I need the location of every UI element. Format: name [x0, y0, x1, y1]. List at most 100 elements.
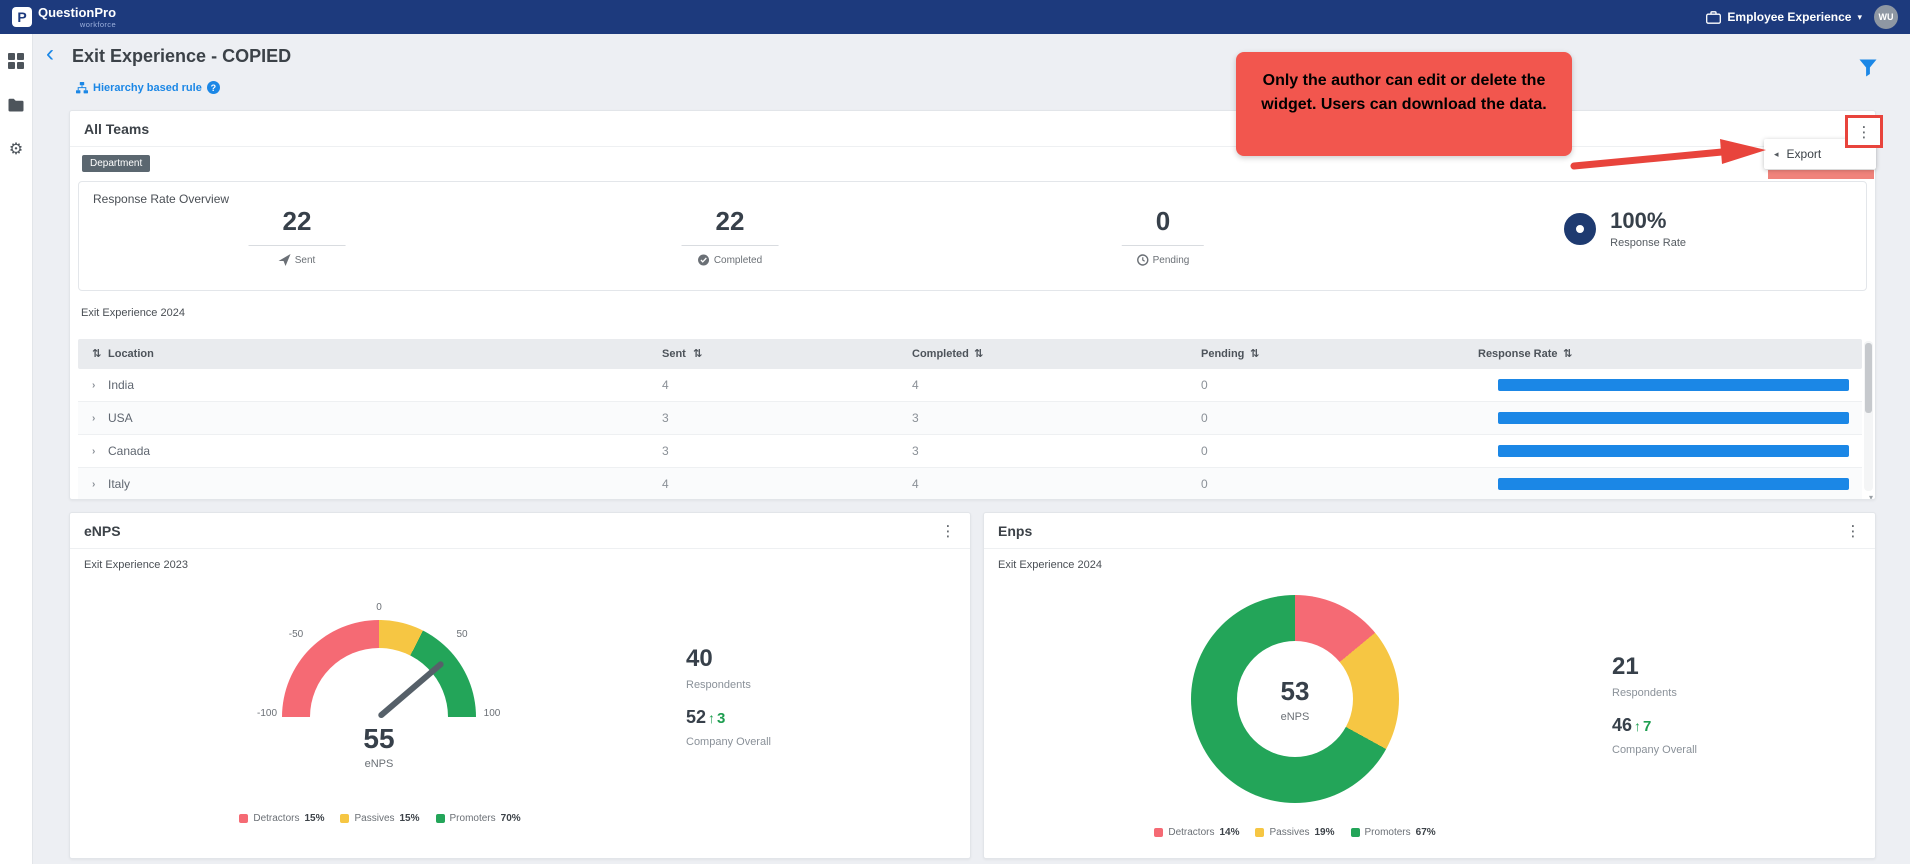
legend-item-detractors: Detractors 14%	[1154, 827, 1239, 838]
respondents-label: Respondents	[686, 679, 771, 691]
expand-chevron-icon[interactable]: ›	[92, 468, 95, 500]
donut-side-stats: 21 Respondents 46 ↑ 7 Company Overall	[1612, 653, 1697, 756]
page-title: Exit Experience - COPIED	[72, 46, 291, 67]
table-caption: Exit Experience 2024	[81, 307, 185, 319]
scroll-down-icon[interactable]: ▾	[1869, 493, 1873, 500]
response-rate-bar	[1498, 379, 1849, 391]
gauge-side-stats: 40 Respondents 52 ↑ 3 Company Overall	[686, 645, 771, 748]
column-header-sent[interactable]: Sent	[662, 339, 686, 369]
gauge-arc	[282, 620, 476, 717]
passives-swatch-icon	[340, 814, 349, 823]
avatar[interactable]: WU	[1874, 5, 1898, 29]
expand-chevron-icon[interactable]: ›	[92, 369, 95, 402]
stat-sent-value: 22	[249, 206, 346, 246]
response-rate-block: 100% Response Rate	[1564, 208, 1686, 249]
detractors-swatch-icon	[1154, 828, 1163, 837]
gauge-tick: 50	[456, 629, 467, 640]
enps-gauge-chart: -100 -50 0 50 100	[282, 620, 476, 717]
stat-completed-value: 22	[682, 206, 779, 246]
respondents-label: Respondents	[1612, 687, 1697, 699]
column-header-response-rate[interactable]: Response Rate	[1478, 339, 1557, 369]
sort-icon[interactable]: ⇅	[1563, 339, 1572, 369]
back-button[interactable]: ‹	[46, 40, 54, 68]
hierarchy-rule-row: Hierarchy based rule ?	[76, 81, 220, 94]
widget-kebab-menu[interactable]: ⋮	[1845, 115, 1883, 148]
sort-icon[interactable]: ⇅	[974, 339, 983, 369]
table-scrollbar[interactable]	[1864, 341, 1873, 491]
company-overall-label: Company Overall	[1612, 744, 1697, 756]
legend-item-promoters: Promoters 67%	[1351, 827, 1436, 838]
column-header-pending[interactable]: Pending	[1201, 339, 1244, 369]
table-row-india[interactable]: › India 4 4 0	[78, 369, 1862, 402]
enps-unit-label: eNPS	[365, 758, 394, 770]
stat-pending-value: 0	[1122, 206, 1204, 246]
table-row-italy[interactable]: › Italy 4 4 0	[78, 468, 1862, 500]
export-label: Export	[1787, 147, 1822, 161]
company-overall-value: 46	[1612, 715, 1632, 736]
all-teams-widget: All Teams Department Response Rate Overv…	[69, 110, 1876, 500]
widget-title: All Teams	[84, 121, 149, 137]
brand-text: QuestionPro workforce	[38, 6, 116, 29]
brand-home-link[interactable]: P QuestionPro workforce	[12, 6, 116, 29]
column-header-completed[interactable]: Completed	[912, 339, 969, 369]
scrollbar-thumb[interactable]	[1865, 343, 1872, 413]
sort-icon[interactable]: ⇅	[1250, 339, 1259, 369]
brand-name: QuestionPro	[38, 6, 116, 19]
stat-sent: 22 Sent	[249, 206, 346, 266]
workspace-selector[interactable]: Employee Experience ▾	[1706, 10, 1862, 24]
row-pending: 0	[1201, 402, 1208, 435]
row-pending: 0	[1201, 435, 1208, 468]
gauge-tick: 0	[376, 602, 382, 613]
company-overall-delta: 7	[1643, 718, 1651, 735]
kebab-menu-icon[interactable]: ⋮	[1845, 522, 1861, 540]
row-completed: 4	[912, 369, 919, 402]
hierarchy-rule-label: Hierarchy based rule	[93, 82, 202, 94]
column-header-location[interactable]: Location	[108, 339, 154, 369]
annotation-callout: Only the author can edit or delete the w…	[1236, 52, 1572, 156]
enps-donut-widget: Enps ⋮ Exit Experience 2024 53 eNPS Detr…	[983, 512, 1876, 859]
row-location: Canada	[108, 435, 150, 468]
expand-chevron-icon[interactable]: ›	[92, 402, 95, 435]
response-rate-bar	[1498, 412, 1849, 424]
submenu-arrow-icon: ◂	[1774, 149, 1779, 160]
top-navbar: P QuestionPro workforce Employee Experie…	[0, 0, 1910, 34]
response-rate-bar	[1498, 478, 1849, 490]
row-completed: 3	[912, 402, 919, 435]
sidebar-item-dashboards[interactable]	[7, 52, 25, 70]
row-completed: 4	[912, 468, 919, 500]
gauge-tick: -100	[257, 708, 277, 719]
hierarchy-icon	[76, 82, 88, 94]
briefcase-icon	[1706, 11, 1721, 24]
gear-icon: ⚙	[9, 139, 23, 159]
table-row-usa[interactable]: › USA 3 3 0	[78, 402, 1862, 435]
response-rate-value: 100%	[1610, 208, 1686, 234]
sort-icon[interactable]: ⇅	[693, 339, 702, 369]
help-icon[interactable]: ?	[207, 81, 220, 94]
respondents-value: 21	[1612, 653, 1697, 681]
table-row-canada[interactable]: › Canada 3 3 0	[78, 435, 1862, 468]
stat-pending: 0 Pending	[1122, 206, 1204, 266]
row-location: USA	[108, 402, 133, 435]
company-overall-delta: 3	[717, 710, 725, 727]
filter-funnel-icon	[1858, 58, 1878, 78]
table-header-row: ⇅ Location Sent ⇅ Completed ⇅ Pending ⇅ …	[78, 339, 1862, 369]
up-arrow-icon: ↑	[1634, 718, 1641, 734]
enps-value: 53	[1281, 676, 1310, 707]
legend-item-promoters: Promoters 70%	[436, 813, 521, 824]
department-badge: Department	[82, 155, 150, 172]
send-icon	[279, 254, 291, 266]
navbar-right: Employee Experience ▾ WU	[1706, 5, 1898, 29]
stat-completed: 22 Completed	[682, 206, 779, 266]
gauge-tick: 100	[484, 708, 501, 719]
row-sent: 3	[662, 402, 669, 435]
expand-chevron-icon[interactable]: ›	[92, 435, 95, 468]
row-pending: 0	[1201, 369, 1208, 402]
sidebar-item-settings[interactable]: ⚙	[7, 140, 25, 158]
kebab-menu-icon[interactable]: ⋮	[940, 522, 956, 540]
check-circle-icon	[698, 254, 710, 266]
sort-icon[interactable]: ⇅	[92, 339, 101, 369]
gauge-tick: -50	[289, 629, 303, 640]
filter-button[interactable]	[1858, 58, 1882, 82]
donut-legend: Detractors 14% Passives 19% Promoters 67…	[1045, 827, 1545, 838]
sidebar-item-folders[interactable]	[7, 96, 25, 114]
